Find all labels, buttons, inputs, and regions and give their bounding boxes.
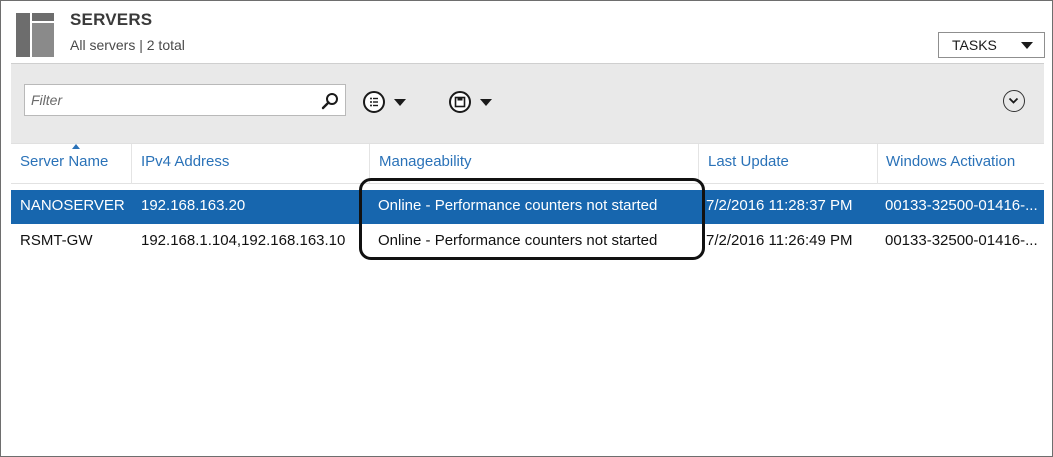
cell-manageability: Online - Performance counters not starte…: [378, 232, 658, 249]
column-divider[interactable]: [131, 144, 132, 184]
cell-manageability: Online - Performance counters not starte…: [378, 197, 658, 214]
server-count-subtitle: All servers | 2 total: [70, 37, 185, 53]
servers-table: Server Name IPv4 Address Manageability L…: [11, 143, 1044, 456]
search-icon[interactable]: [321, 92, 339, 110]
column-divider[interactable]: [698, 144, 699, 184]
filter-box: [24, 84, 346, 116]
filter-input[interactable]: [31, 89, 301, 111]
cell-activation: 00133-32500-01416-...: [885, 197, 1038, 214]
save-icon: [449, 91, 471, 113]
table-row[interactable]: RSMT-GW 192.168.1.104,192.168.163.10 Onl…: [11, 225, 1044, 259]
column-header-manageability[interactable]: Manageability: [379, 153, 472, 170]
table-header: Server Name IPv4 Address Manageability L…: [11, 144, 1044, 184]
chevron-down-icon: [394, 99, 406, 106]
cell-server-name: RSMT-GW: [20, 232, 93, 249]
servers-panel: SERVERS All servers | 2 total TASKS Filt…: [0, 0, 1053, 457]
cell-ipv4: 192.168.1.104,192.168.163.10: [141, 232, 346, 249]
server-tile-icon: [16, 13, 54, 57]
cell-server-name: NANOSERVER: [20, 197, 125, 214]
column-header-ipv4[interactable]: IPv4 Address: [141, 153, 229, 170]
page-title: SERVERS: [70, 10, 153, 29]
panel-header: SERVERS All servers | 2 total TASKS: [1, 1, 1052, 63]
column-divider[interactable]: [369, 144, 370, 184]
cell-last-update: 7/2/2016 11:26:49 PM: [706, 232, 853, 249]
table-row[interactable]: NANOSERVER 192.168.163.20 Online - Perfo…: [11, 190, 1044, 224]
list-options-icon: [363, 91, 385, 113]
cell-last-update: 7/2/2016 11:28:37 PM: [706, 197, 853, 214]
column-header-last-update[interactable]: Last Update: [708, 153, 789, 170]
chevron-down-icon: [480, 99, 492, 106]
cell-ipv4: 192.168.163.20: [141, 197, 246, 214]
sort-ascending-icon: [72, 144, 80, 149]
chevron-down-icon: [1021, 42, 1033, 49]
tasks-button-label: TASKS: [952, 37, 997, 53]
cell-activation: 00133-32500-01416-...: [885, 232, 1038, 249]
column-divider[interactable]: [877, 144, 878, 184]
column-header-server-name[interactable]: Server Name: [20, 153, 108, 170]
expand-icon[interactable]: [1003, 90, 1025, 112]
toolbar: [11, 63, 1044, 143]
tasks-button[interactable]: TASKS: [938, 32, 1045, 58]
column-header-windows-activation[interactable]: Windows Activation: [886, 153, 1015, 170]
